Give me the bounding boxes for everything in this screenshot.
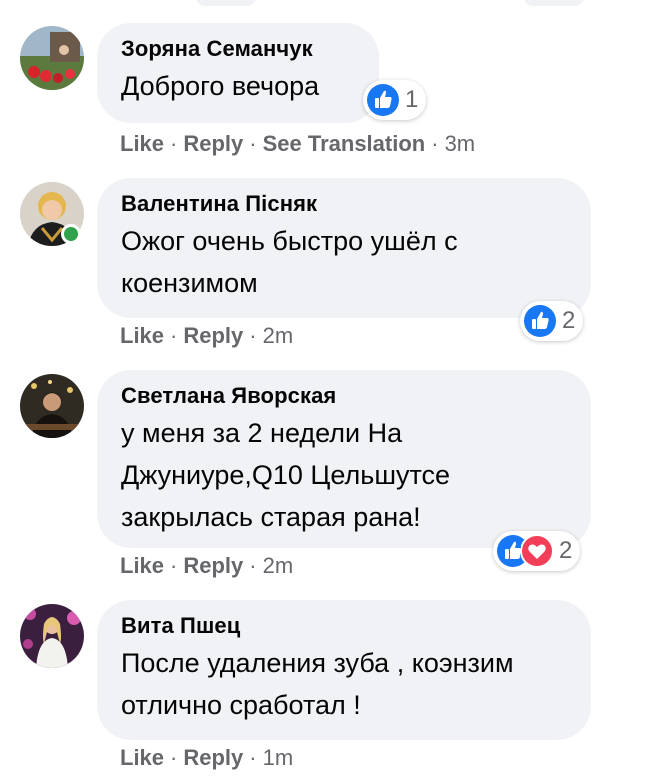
like-button[interactable]: Like <box>120 553 164 578</box>
separator: · <box>249 323 257 348</box>
like-button[interactable]: Like <box>120 131 164 156</box>
comment-actions: Like · Reply · See Translation · 3m <box>120 130 475 158</box>
separator: · <box>170 553 178 578</box>
like-icon <box>367 84 399 116</box>
separator: · <box>170 745 178 770</box>
comment-actions: Like · Reply · 2m <box>120 552 293 580</box>
comment-actions: Like · Reply · 1m <box>120 744 293 772</box>
like-icon <box>524 305 556 337</box>
comment-bubble: Зоряна Семанчук Доброго вечора <box>97 23 379 123</box>
comment-bubble: Валентина Пісняк Ожог очень быстро ушёл … <box>97 178 591 318</box>
reaction-count: 1 <box>405 86 419 113</box>
avatar[interactable] <box>20 374 84 438</box>
reactions-summary[interactable]: 2 <box>493 531 581 571</box>
reply-button[interactable]: Reply <box>183 745 243 770</box>
comment-text: После удаления зуба , коэнзим отлично ср… <box>121 648 514 720</box>
separator: · <box>170 323 178 348</box>
like-button[interactable]: Like <box>120 323 164 348</box>
reactions-summary[interactable]: 1 <box>363 80 427 120</box>
previous-reaction-edge <box>524 0 584 6</box>
comment-text: Ожог очень быстро ушёл с коензимом <box>121 226 458 298</box>
love-icon <box>521 535 553 567</box>
see-translation-button[interactable]: See Translation <box>263 131 426 156</box>
separator: · <box>170 131 178 156</box>
timestamp[interactable]: 3m <box>445 131 476 156</box>
comment-author[interactable]: Светлана Яворская <box>121 382 567 410</box>
separator: · <box>431 131 439 156</box>
comment-author[interactable]: Вита Пшец <box>121 612 567 640</box>
comment-text: Доброго вечора <box>121 71 320 101</box>
previous-comment-bubble-edge <box>196 0 256 6</box>
separator: · <box>249 131 257 156</box>
comment-bubble: Вита Пшец После удаления зуба , коэнзим … <box>97 600 591 740</box>
reaction-count: 2 <box>559 537 573 564</box>
separator: · <box>249 745 257 770</box>
comment-bubble: Светлана Яворская у меня за 2 недели На … <box>97 370 591 548</box>
comment-actions: Like · Reply · 2m <box>120 322 293 350</box>
like-button[interactable]: Like <box>120 745 164 770</box>
comment-author[interactable]: Валентина Пісняк <box>121 190 567 218</box>
avatar[interactable] <box>20 26 84 90</box>
timestamp[interactable]: 2m <box>263 323 294 348</box>
timestamp[interactable]: 2m <box>263 553 294 578</box>
separator: · <box>249 553 257 578</box>
comment-author[interactable]: Зоряна Семанчук <box>121 35 355 63</box>
online-status-indicator <box>61 224 81 244</box>
reply-button[interactable]: Reply <box>183 323 243 348</box>
reaction-count: 2 <box>562 307 576 334</box>
avatar[interactable] <box>20 604 84 668</box>
reply-button[interactable]: Reply <box>183 131 243 156</box>
comment-text: у меня за 2 недели На Джуниуре,Q10 Цельш… <box>121 418 451 532</box>
reactions-summary[interactable]: 2 <box>520 301 584 341</box>
timestamp[interactable]: 1m <box>263 745 294 770</box>
reply-button[interactable]: Reply <box>183 553 243 578</box>
